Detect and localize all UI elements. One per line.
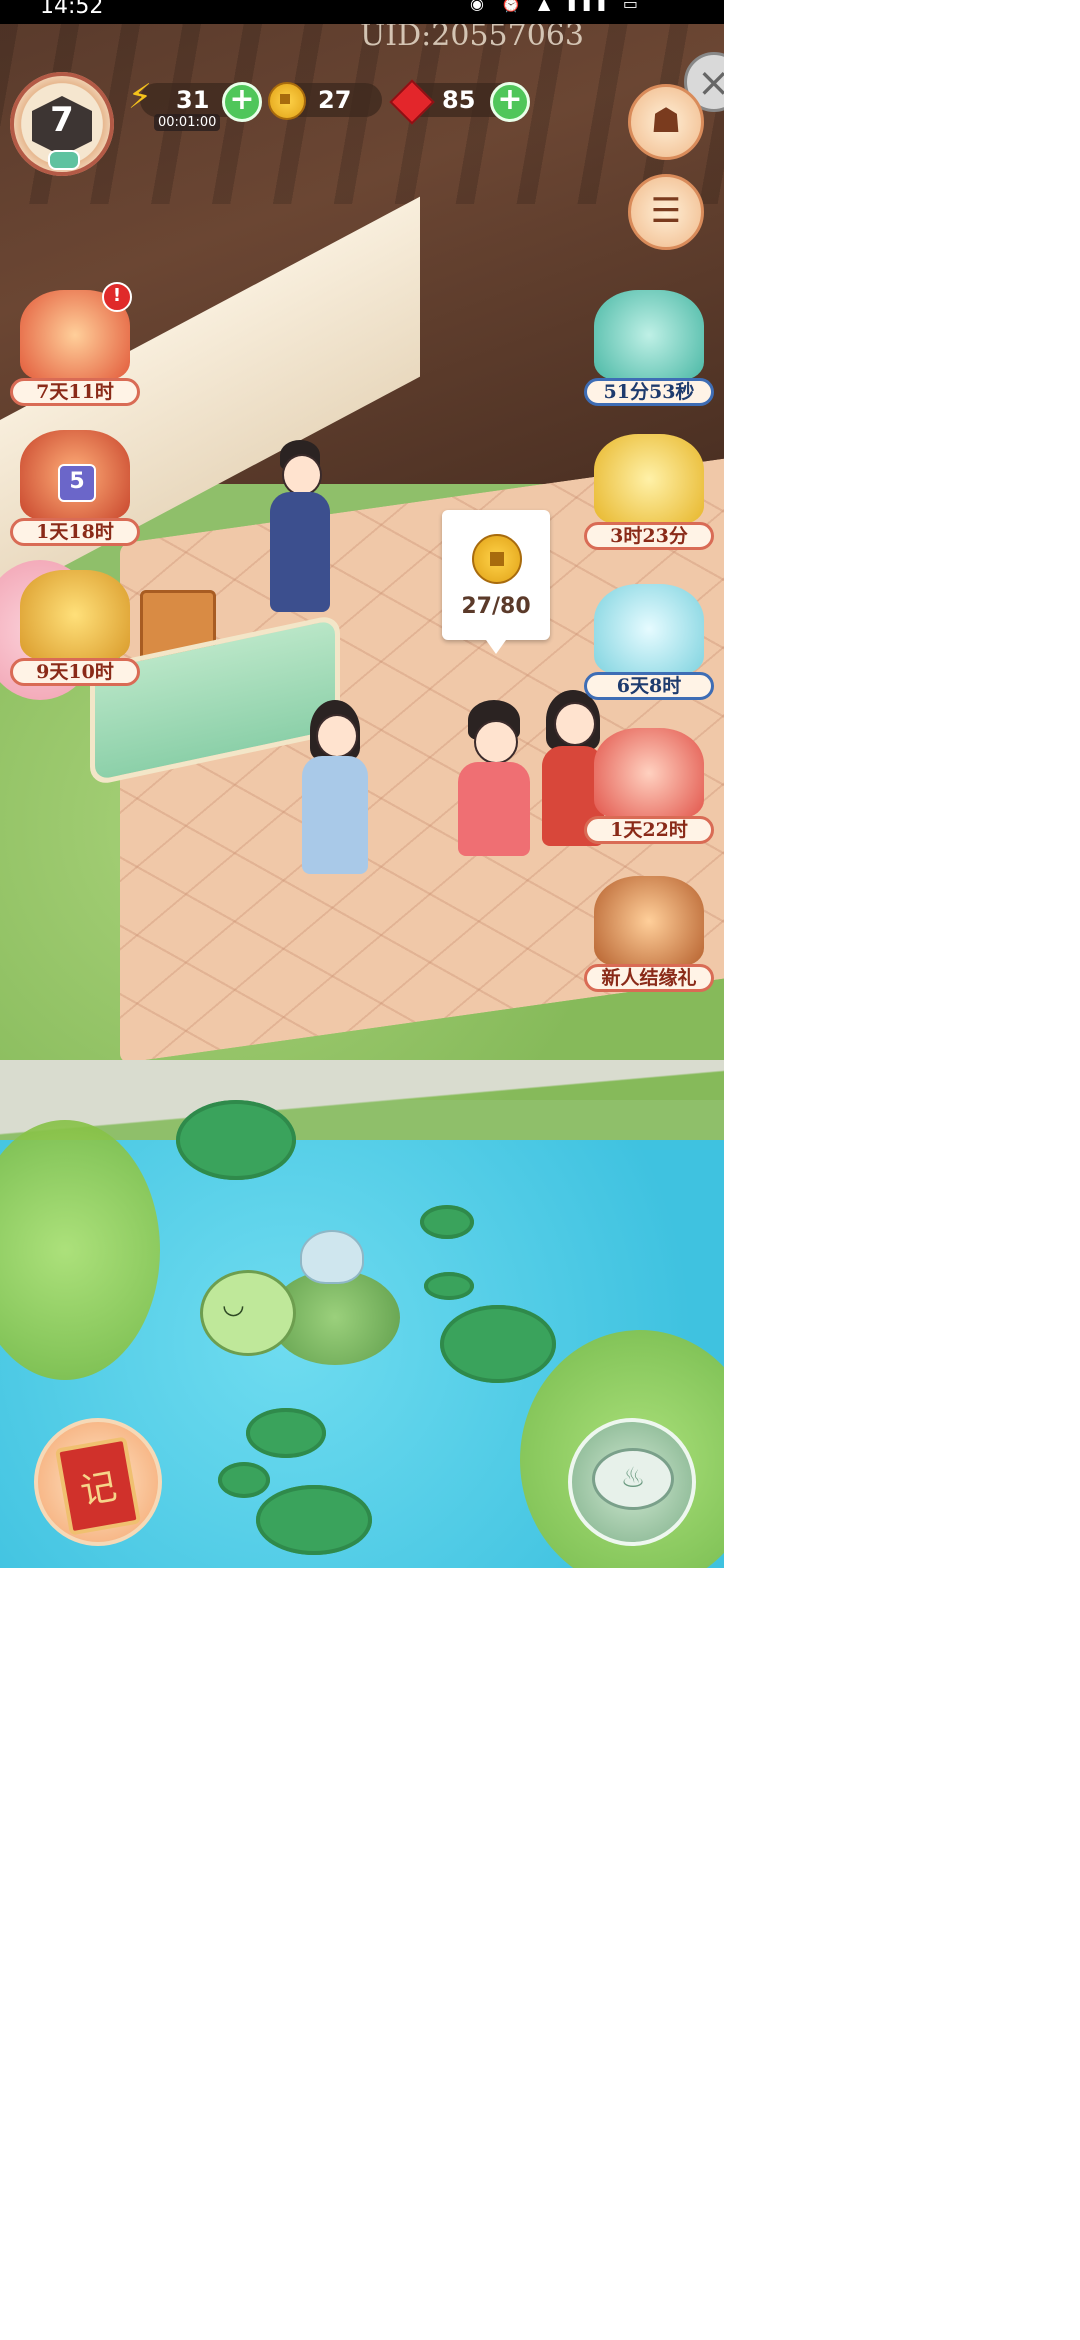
journal-button[interactable]: 记 [34, 1418, 162, 1546]
coin-hole [490, 552, 504, 566]
lily-pad [440, 1305, 556, 1383]
treasure-chest-icon [594, 876, 704, 966]
event-timer-label: 51分53秒 [584, 378, 714, 406]
coin-collect-bubble[interactable]: 27/80 [442, 510, 550, 654]
list-menu-icon: ☰ [650, 191, 682, 231]
coin-icon [268, 82, 306, 120]
book-glyph: 记 [77, 1466, 120, 1513]
teapot-button[interactable]: ♨ [568, 1418, 696, 1546]
gem-value: 85 [442, 86, 476, 114]
lily-pad [246, 1408, 326, 1458]
coin-icon [472, 534, 522, 584]
event-timer-label: 9天10时 [10, 658, 140, 686]
character-dress [458, 762, 530, 856]
journal-book-icon: 记 [54, 1436, 142, 1536]
character-head [554, 702, 596, 746]
level-jade-ornament [48, 150, 80, 170]
scholar-character[interactable] [300, 700, 370, 880]
lucky-cat-cart-icon [594, 290, 704, 380]
coin-value: 27 [318, 86, 352, 114]
turtle-face: ◡ [222, 1290, 245, 1320]
lily-pad [256, 1485, 372, 1555]
turtle-head[interactable] [200, 1270, 296, 1356]
add-gem-button[interactable]: + [490, 82, 530, 122]
character-robe [302, 756, 368, 874]
event-timer-label: 7天11时 [10, 378, 140, 406]
coin-hole [280, 94, 290, 104]
lily-pad [218, 1462, 270, 1498]
status-icons: ◉ ⏰ ▲ ▮▮▮ ▭ [469, 0, 644, 13]
steam-glyph: ♨ [620, 1461, 646, 1494]
count-badge: 5 [58, 464, 96, 502]
teapot-icon: ♨ [592, 1448, 674, 1510]
lady-pink-character[interactable] [458, 700, 530, 860]
sweeper-character[interactable] [270, 440, 330, 620]
character-head [316, 714, 358, 758]
event-title-label: 新人结缘礼 [584, 964, 714, 992]
energy-timer: 00:01:00 [154, 114, 221, 131]
golden-chest-icon [594, 434, 704, 524]
golden-ingot-icon: ☗ [650, 101, 682, 141]
ice-gift-icon [594, 584, 704, 674]
energy-value: 31 [176, 86, 210, 114]
lily-pad [420, 1205, 474, 1239]
lily-pad [176, 1100, 296, 1180]
character-head [474, 720, 518, 764]
status-time: 14:52 [40, 0, 104, 19]
menu-button[interactable]: ☰ [628, 174, 704, 250]
character-head [282, 454, 322, 496]
player-level: 7 [50, 100, 74, 140]
cat-on-turtle[interactable] [300, 1230, 364, 1284]
game-screen: UID:20557063 ◡ 7 ⚡ 31 00:01:00 + 27 85 +… [0, 0, 724, 1568]
wheat-icon [20, 570, 130, 660]
lightning-icon: ⚡ [128, 77, 152, 117]
event-timer-label: 1天18时 [10, 518, 140, 546]
alert-badge: ! [102, 282, 132, 312]
lily-pad [424, 1272, 474, 1300]
event-timer-label: 1天22时 [584, 816, 714, 844]
coin-progress-text: 27/80 [461, 594, 531, 619]
shop-button[interactable]: ☗ [628, 84, 704, 160]
status-bar: 14:52 ◉ ⏰ ▲ ▮▮▮ ▭ [0, 0, 724, 24]
couple-gift-icon [594, 728, 704, 818]
event-timer-label: 3时23分 [584, 522, 714, 550]
add-energy-button[interactable]: + [222, 82, 262, 122]
character-robe [270, 492, 330, 612]
event-timer-label: 6天8时 [584, 672, 714, 700]
